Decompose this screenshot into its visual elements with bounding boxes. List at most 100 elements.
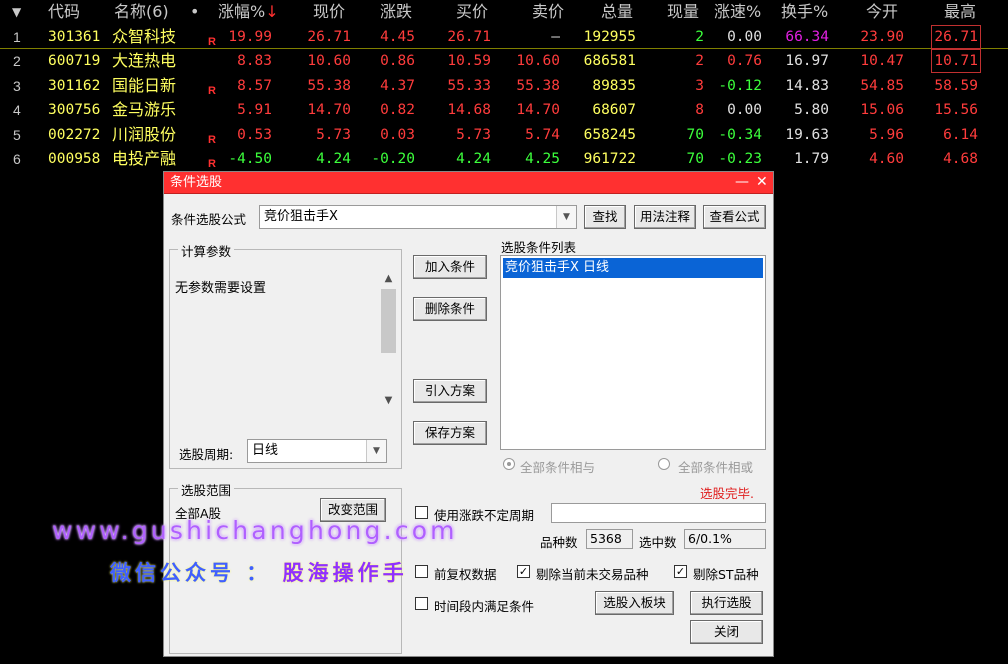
condition-list[interactable]: 竞价狙击手X 日线 — [500, 255, 766, 450]
scroll-thumb[interactable] — [381, 289, 396, 353]
close-button[interactable]: 关闭 — [690, 620, 763, 644]
row-high: 4.68 — [943, 151, 978, 167]
header-price[interactable]: 现价 — [313, 0, 345, 24]
row-bid: 4.24 — [456, 151, 491, 167]
radio-or[interactable] — [658, 458, 670, 470]
table-header: ▼ 代码 名称(6) • 涨幅%↓ 现价 涨跌 买价 卖价 总量 现量 涨速% … — [0, 0, 1008, 25]
import-scheme-button[interactable]: 引入方案 — [413, 379, 487, 403]
header-speed[interactable]: 涨速% — [714, 0, 761, 24]
chevron-down-icon[interactable]: ▼ — [366, 440, 386, 462]
find-button[interactable]: 查找 — [584, 205, 626, 229]
header-name[interactable]: 名称(6) — [114, 0, 169, 24]
adjust-checkbox[interactable] — [415, 565, 428, 578]
time-segment-checkbox[interactable] — [415, 597, 428, 610]
row-pct: 19.99 — [228, 28, 272, 45]
row-pct: -4.50 — [228, 151, 272, 167]
row-volume: 686581 — [583, 53, 636, 69]
row-name: 电投产融 — [112, 149, 177, 168]
header-high[interactable]: 最高 — [944, 0, 976, 24]
table-row[interactable]: 1 301361 众智科技 R 19.99 26.71 4.45 26.71 —… — [0, 24, 1008, 49]
usage-notes-button[interactable]: 用法注释 — [634, 205, 696, 229]
row-open: 15.06 — [860, 102, 904, 118]
row-pct: 5.91 — [237, 102, 272, 118]
header-change[interactable]: 涨跌 — [380, 0, 412, 24]
use-period-input[interactable] — [551, 503, 766, 523]
save-scheme-button[interactable]: 保存方案 — [413, 421, 487, 445]
row-volume: 89835 — [592, 77, 636, 94]
period-select[interactable]: 日线 ▼ — [247, 439, 387, 463]
scroll-down-icon[interactable]: ▼ — [380, 392, 397, 409]
row-change: 0.82 — [380, 102, 415, 118]
row-turnover: 5.80 — [794, 102, 829, 118]
formula-label: 条件选股公式 — [171, 212, 247, 227]
header-pct[interactable]: 涨幅%↓ — [218, 0, 279, 24]
row-turnover: 14.83 — [785, 77, 829, 94]
row-rank: 4 — [13, 102, 21, 118]
table-row[interactable]: 2 600719 大连热电 8.83 10.60 0.86 10.59 10.6… — [0, 49, 1008, 74]
row-name: 国能日新 — [112, 75, 177, 95]
add-condition-button[interactable]: 加入条件 — [413, 255, 487, 279]
row-volume: 961722 — [583, 151, 636, 167]
row-volume: 658245 — [583, 126, 636, 143]
row-bid: 55.33 — [447, 77, 491, 94]
row-bid: 5.73 — [456, 126, 491, 143]
row-bid: 14.68 — [447, 102, 491, 118]
time-segment-label: 时间段内满足条件 — [434, 599, 535, 614]
delete-condition-button[interactable]: 删除条件 — [413, 297, 487, 321]
period-select-value: 日线 — [252, 443, 279, 458]
header-code[interactable]: 代码 — [48, 0, 80, 24]
exclude-untraded-checkbox[interactable]: ✓ — [517, 565, 530, 578]
exclude-st-label: 剔除ST品种 — [693, 567, 759, 582]
scroll-up-icon[interactable]: ▲ — [380, 270, 397, 287]
radio-and[interactable] — [503, 458, 515, 470]
header-cur-vol[interactable]: 现量 — [667, 0, 699, 24]
table-row[interactable]: 3 301162 国能日新 R 8.57 55.38 4.37 55.33 55… — [0, 74, 1008, 99]
header-bid[interactable]: 买价 — [456, 0, 488, 24]
row-speed: -0.12 — [718, 77, 762, 94]
selected-label: 选中数 — [639, 535, 677, 550]
minimize-icon[interactable]: — — [735, 172, 749, 192]
sort-desc-icon: ↓ — [265, 2, 279, 21]
row-change: 0.03 — [380, 126, 415, 143]
row-cur-vol: 70 — [686, 126, 704, 143]
row-change: 4.37 — [380, 77, 415, 94]
radio-or-label: 全部条件相或 — [678, 460, 754, 475]
view-formula-button[interactable]: 查看公式 — [703, 205, 766, 229]
condition-list-title: 选股条件列表 — [501, 240, 577, 255]
header-turnover[interactable]: 换手% — [781, 0, 828, 24]
selected-field: 6/0.1% — [684, 529, 766, 549]
header-ask[interactable]: 卖价 — [532, 0, 564, 24]
dialog-title-bar[interactable]: 条件选股 — ✕ — [164, 172, 773, 194]
table-row[interactable]: 4 300756 金马游乐 5.91 14.70 0.82 14.68 14.7… — [0, 98, 1008, 123]
row-price: 10.60 — [307, 53, 351, 69]
row-rank: 2 — [13, 53, 21, 69]
formula-select[interactable]: 竞价狙击手X ▼ — [259, 205, 577, 229]
header-volume[interactable]: 总量 — [601, 0, 633, 24]
table-row[interactable]: 5 002272 川润股份 R 0.53 5.73 0.03 5.73 5.74… — [0, 123, 1008, 148]
header-open[interactable]: 今开 — [866, 0, 898, 24]
close-icon[interactable]: ✕ — [756, 172, 768, 192]
row-turnover: 1.79 — [794, 151, 829, 167]
row-high: 15.56 — [934, 102, 978, 118]
row-speed: -0.34 — [718, 126, 762, 143]
row-cur-vol: 70 — [686, 151, 704, 167]
list-item[interactable]: 竞价狙击手X 日线 — [503, 258, 763, 278]
sort-toggle-icon[interactable]: ▼ — [12, 0, 21, 24]
row-open: 54.85 — [860, 77, 904, 94]
row-cur-vol: 8 — [695, 102, 704, 118]
run-screen-button[interactable]: 执行选股 — [690, 591, 763, 615]
row-high: 10.71 — [931, 49, 981, 73]
row-name: 众智科技 — [112, 26, 177, 46]
count-label: 品种数 — [540, 535, 578, 550]
chevron-down-icon[interactable]: ▼ — [556, 206, 576, 228]
row-high: 58.59 — [934, 77, 978, 94]
row-pct: 8.83 — [237, 53, 272, 69]
params-scrollbar[interactable]: ▲ ▼ — [380, 270, 397, 410]
row-speed: 0.00 — [727, 102, 762, 118]
table-row[interactable]: 6 000958 电投产融 R -4.50 4.24 -0.20 4.24 4.… — [0, 147, 1008, 172]
row-speed: 0.76 — [727, 53, 762, 69]
to-block-button[interactable]: 选股入板块 — [595, 591, 674, 615]
exclude-st-checkbox[interactable]: ✓ — [674, 565, 687, 578]
count-field: 5368 — [586, 529, 633, 549]
row-speed: -0.23 — [718, 151, 762, 167]
